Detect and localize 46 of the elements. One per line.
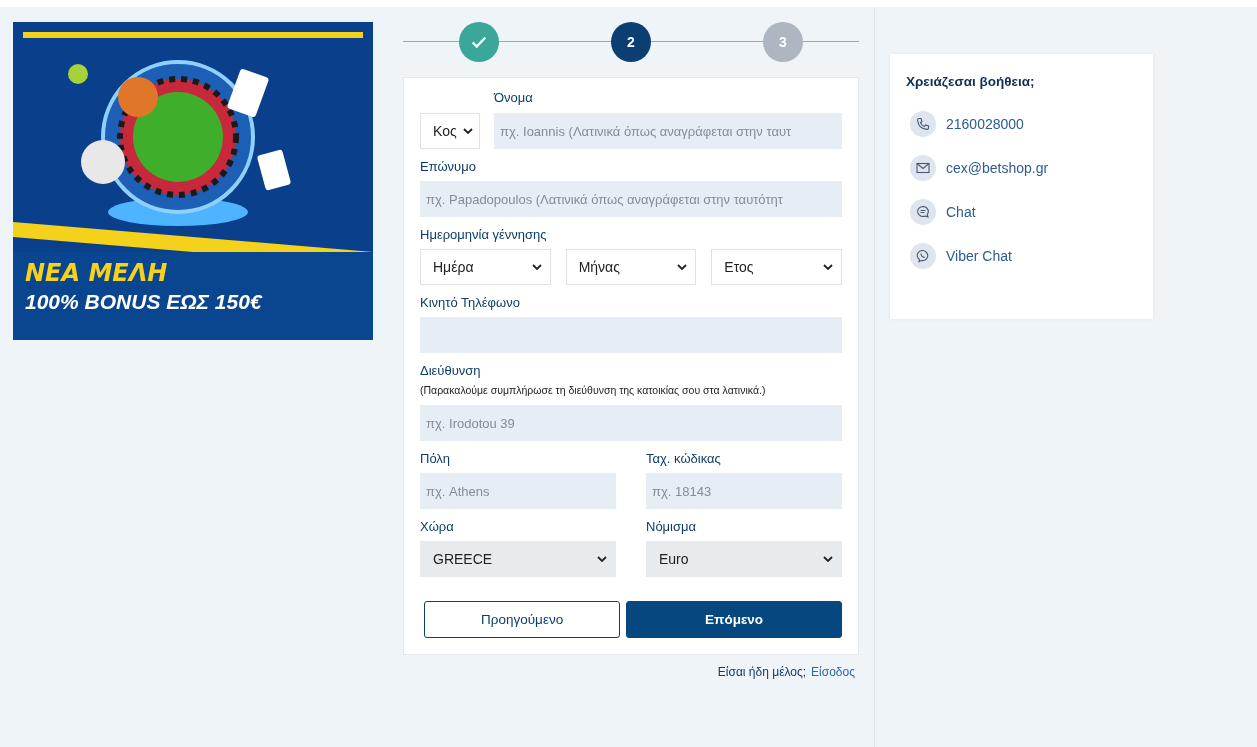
previous-button[interactable]: Προηγούμενο	[424, 601, 621, 638]
city-field[interactable]: πχ. Athens	[420, 473, 616, 509]
field-label: Όνομα	[494, 90, 533, 106]
postcode-field[interactable]: πχ. 18143	[646, 473, 842, 509]
banner-headline: ΝΕΑ ΜΕΛΗ	[25, 258, 169, 288]
help-title: Χρειάζεσαι βοήθεια;	[906, 74, 1036, 89]
promo-banner[interactable]: ΝΕΑ ΜΕΛΗ 100% BONUS ΕΩΣ 150€	[13, 22, 373, 340]
salutation-select[interactable]: Κος	[420, 113, 480, 149]
banner-subline: 100% BONUS ΕΩΣ 150€	[25, 289, 264, 315]
day-select[interactable]: Ημέρα	[420, 249, 551, 285]
chevron-icon	[823, 556, 833, 562]
field-label: Επώνυμο	[420, 159, 476, 175]
step-number: 3	[779, 34, 787, 50]
field-label: Χώρα	[420, 519, 454, 535]
field-label: Νόμισμα	[646, 519, 697, 535]
field-label: Ταχ. κώδικας	[646, 451, 721, 467]
chevron-icon	[463, 128, 473, 134]
next-button[interactable]: Επόμενο	[626, 601, 842, 638]
chevron-icon	[823, 264, 833, 270]
month-select[interactable]: Μήνας	[565, 249, 697, 285]
phone-icon	[910, 111, 936, 137]
address-note: (Παρακαλούμε συμπλήρωσε τη διεύθυνση της κατοικίας σου στα λατινικά.)	[420, 383, 767, 397]
field-label: Πόλη	[420, 451, 451, 467]
help-link[interactable]: Viber Chat	[946, 248, 1012, 264]
country-select[interactable]: GREECE	[420, 541, 616, 577]
first-name-field[interactable]: πχ. Ioannis (Λατινικά όπως αναγράφεται στην ταυτ	[494, 113, 842, 149]
step-number: 2	[627, 34, 635, 50]
mobile-phone-field[interactable]	[420, 317, 842, 353]
chevron-icon	[597, 556, 607, 562]
help-link[interactable]: 2160028000	[946, 116, 1024, 132]
address-field[interactable]: πχ. Irodotou 39	[420, 405, 842, 441]
help-link[interactable]: Chat	[946, 204, 976, 220]
last-name-field[interactable]: πχ. Papadopoulos (Λατινικά όπως αναγράφεται στην ταυτότητ	[420, 181, 842, 217]
chat-bubble-icon	[910, 199, 936, 225]
field-label: Κινητό Τηλέφωνο	[420, 295, 520, 311]
viber-icon	[910, 243, 936, 269]
field-label: Ημερομηνία γέννησης	[420, 227, 547, 243]
chevron-icon	[531, 264, 542, 270]
chevron-icon	[677, 264, 688, 270]
login-link[interactable]: Είσοδος	[811, 665, 855, 679]
login-prompt: Είσαι ήδη μέλος;	[717, 665, 807, 679]
help-link[interactable]: cex@betshop.gr	[946, 160, 1049, 176]
field-label: Διεύθυνση	[420, 363, 481, 379]
currency-select[interactable]: Euro	[646, 541, 842, 577]
year-select[interactable]: Ετος	[711, 249, 842, 285]
envelope-icon	[910, 155, 936, 181]
